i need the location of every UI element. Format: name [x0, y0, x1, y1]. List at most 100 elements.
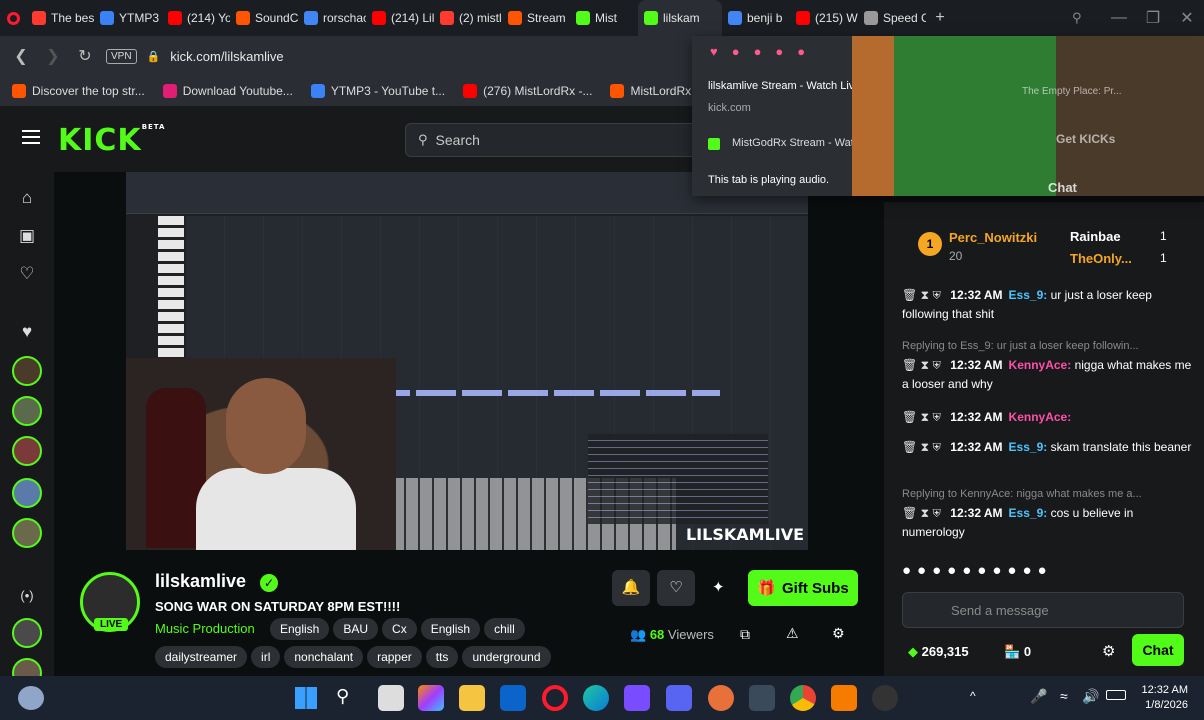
task-view-icon[interactable]: [378, 685, 404, 711]
tag-chip[interactable]: irl: [251, 646, 281, 668]
chat-username[interactable]: Ess_9:: [1009, 288, 1048, 302]
tag-chip[interactable]: chill: [484, 618, 525, 640]
edge-icon[interactable]: [583, 685, 609, 711]
browser-tab[interactable]: (214) Lil: [366, 0, 434, 36]
follow-heart-button[interactable]: ♡: [657, 570, 695, 606]
volume-icon[interactable]: 🔊: [1082, 688, 1099, 705]
browser-tab[interactable]: Mist: [570, 0, 638, 36]
file-explorer-icon[interactable]: [459, 685, 485, 711]
media-player-icon[interactable]: [872, 685, 898, 711]
browser-tab[interactable]: (2) mistl: [434, 0, 502, 36]
favorites-icon[interactable]: ♥: [17, 322, 37, 342]
gift-subs-button[interactable]: 🎁 Gift Subs: [748, 570, 858, 606]
mod-action-icons[interactable]: 🗑 ⧗ ⛨: [902, 288, 944, 302]
chat-message[interactable]: 🗑 ⧗ ⛨ 12:32 AM Ess_9: ur just a loser kee…: [902, 286, 1192, 324]
reload-button[interactable]: ↻: [74, 45, 96, 67]
bookmark-item[interactable]: (276) MistLordRx -...: [463, 84, 592, 98]
clipchamp-icon[interactable]: [624, 685, 650, 711]
tag-chip[interactable]: English: [420, 618, 481, 640]
following-icon[interactable]: ♡: [17, 264, 37, 284]
minimize-button[interactable]: —: [1102, 9, 1136, 27]
vpn-badge[interactable]: VPN: [106, 48, 137, 64]
chat-username[interactable]: Ess_9:: [1009, 506, 1048, 520]
copilot-icon[interactable]: [418, 685, 444, 711]
bookmark-item[interactable]: Discover the top str...: [12, 84, 145, 98]
chat-message[interactable]: 🗑 ⧗ ⛨ 12:32 AM KennyAce:: [902, 408, 1192, 427]
browser-tab[interactable]: The best: [26, 0, 94, 36]
more-options-icon[interactable]: ⚙: [832, 625, 845, 642]
opera-menu-button[interactable]: [0, 0, 26, 36]
tag-chip[interactable]: dailystreamer: [155, 646, 248, 668]
maximize-button[interactable]: ❐: [1136, 8, 1170, 28]
opera-taskbar-icon[interactable]: [542, 685, 568, 711]
search-input[interactable]: ⚲ Search: [405, 123, 705, 157]
emote-row[interactable]: ●●●●●●●●●●: [902, 562, 1192, 584]
notification-bell-button[interactable]: 🔔: [612, 570, 650, 606]
bookmark-item[interactable]: Download Youtube...: [162, 84, 293, 98]
leaderboard-second-name[interactable]: Rainbae: [1070, 229, 1121, 244]
browser-tab[interactable]: lilskam: [638, 0, 722, 36]
camera-icon[interactable]: [749, 685, 775, 711]
followed-channel-avatar[interactable]: [12, 396, 42, 426]
followed-channel-avatar[interactable]: [12, 518, 42, 548]
chat-send-button[interactable]: Chat: [1132, 634, 1184, 666]
sparkle-icon[interactable]: ✦: [712, 578, 725, 596]
chat-message[interactable]: 🗑 ⧗ ⛨ 12:32 AM Ess_9: cos u believe in nu…: [902, 504, 1192, 542]
back-button[interactable]: ❮: [10, 45, 32, 67]
tag-chip[interactable]: BAU: [333, 618, 379, 640]
channel-name[interactable]: lilskamlive: [155, 571, 246, 592]
discord-icon[interactable]: [666, 685, 692, 711]
browser-tab[interactable]: SoundC: [230, 0, 298, 36]
search-tabs-icon[interactable]: ⚲: [1072, 10, 1102, 26]
battery-icon[interactable]: [1106, 690, 1126, 700]
browse-icon[interactable]: ▣: [17, 226, 37, 246]
followed-channel-avatar[interactable]: [12, 618, 42, 648]
chat-input[interactable]: Send a message: [902, 592, 1184, 628]
microphone-icon[interactable]: 🎤: [1030, 688, 1047, 705]
chat-message[interactable]: 🗑 ⧗ ⛨ 12:32 AM KennyAce: nigga what makes…: [902, 356, 1192, 394]
tag-chip[interactable]: English: [270, 618, 330, 640]
browser-tab[interactable]: Speed C: [858, 0, 926, 36]
browser-tab[interactable]: (215) W: [790, 0, 858, 36]
category-link[interactable]: Music Production: [155, 621, 255, 636]
browser-tab[interactable]: rorschac: [298, 0, 366, 36]
leaderboard-third-name[interactable]: TheOnly...: [1070, 251, 1132, 266]
live-broadcast-icon[interactable]: (•): [17, 586, 37, 606]
mod-action-icons[interactable]: 🗑 ⧗ ⛨: [902, 440, 944, 454]
tag-chip[interactable]: Cx: [382, 618, 417, 640]
chat-reply-indicator[interactable]: Replying to KennyAce: nigga what makes m…: [902, 484, 1192, 504]
weather-widget-icon[interactable]: [18, 686, 44, 710]
chat-settings-icon[interactable]: ⚙: [1102, 642, 1115, 660]
tag-chip[interactable]: underground: [462, 646, 551, 668]
leaderboard-top-name[interactable]: Perc_Nowitzki: [949, 230, 1037, 245]
browser-tab[interactable]: YTMP3: [94, 0, 162, 36]
tag-chip[interactable]: tts: [425, 646, 459, 668]
followed-channel-avatar[interactable]: [12, 478, 42, 508]
url-field[interactable]: kick.com/lilskamlive: [170, 49, 283, 64]
followed-channel-avatar[interactable]: [12, 356, 42, 386]
mod-action-icons[interactable]: 🗑 ⧗ ⛨: [902, 410, 944, 424]
new-tab-button[interactable]: +: [930, 9, 950, 27]
bookmark-item[interactable]: YTMP3 - YouTube t...: [310, 84, 445, 98]
video-player[interactable]: LILSKAMLIVE: [126, 172, 808, 550]
share-icon[interactable]: ⧉: [740, 626, 750, 643]
store-count[interactable]: 🏪 0: [1004, 644, 1031, 660]
outlook-icon[interactable]: [500, 685, 526, 711]
forward-button[interactable]: ❯: [42, 45, 64, 67]
browser-tab[interactable]: (214) Yo: [162, 0, 230, 36]
chat-message[interactable]: 🗑 ⧗ ⛨ 12:32 AM Ess_9: skam translate this…: [902, 438, 1192, 457]
followed-channel-avatar[interactable]: [12, 436, 42, 466]
chat-username[interactable]: Ess_9:: [1009, 440, 1048, 454]
wifi-icon[interactable]: ≈: [1060, 688, 1068, 704]
fl-studio-icon[interactable]: [831, 685, 857, 711]
tag-chip[interactable]: rapper: [367, 646, 422, 668]
browser-tab[interactable]: Stream: [502, 0, 570, 36]
chat-username[interactable]: KennyAce:: [1009, 410, 1072, 424]
clock[interactable]: 12:32 AM 1/8/2026: [1138, 683, 1188, 713]
home-icon[interactable]: ⌂: [17, 188, 37, 208]
chat-username[interactable]: KennyAce:: [1009, 358, 1072, 372]
search-taskbar-icon[interactable]: ⚲: [336, 686, 349, 707]
close-window-button[interactable]: ✕: [1170, 8, 1204, 28]
mod-action-icons[interactable]: 🗑 ⧗ ⛨: [902, 506, 944, 520]
tag-chip[interactable]: nonchalant: [284, 646, 364, 668]
